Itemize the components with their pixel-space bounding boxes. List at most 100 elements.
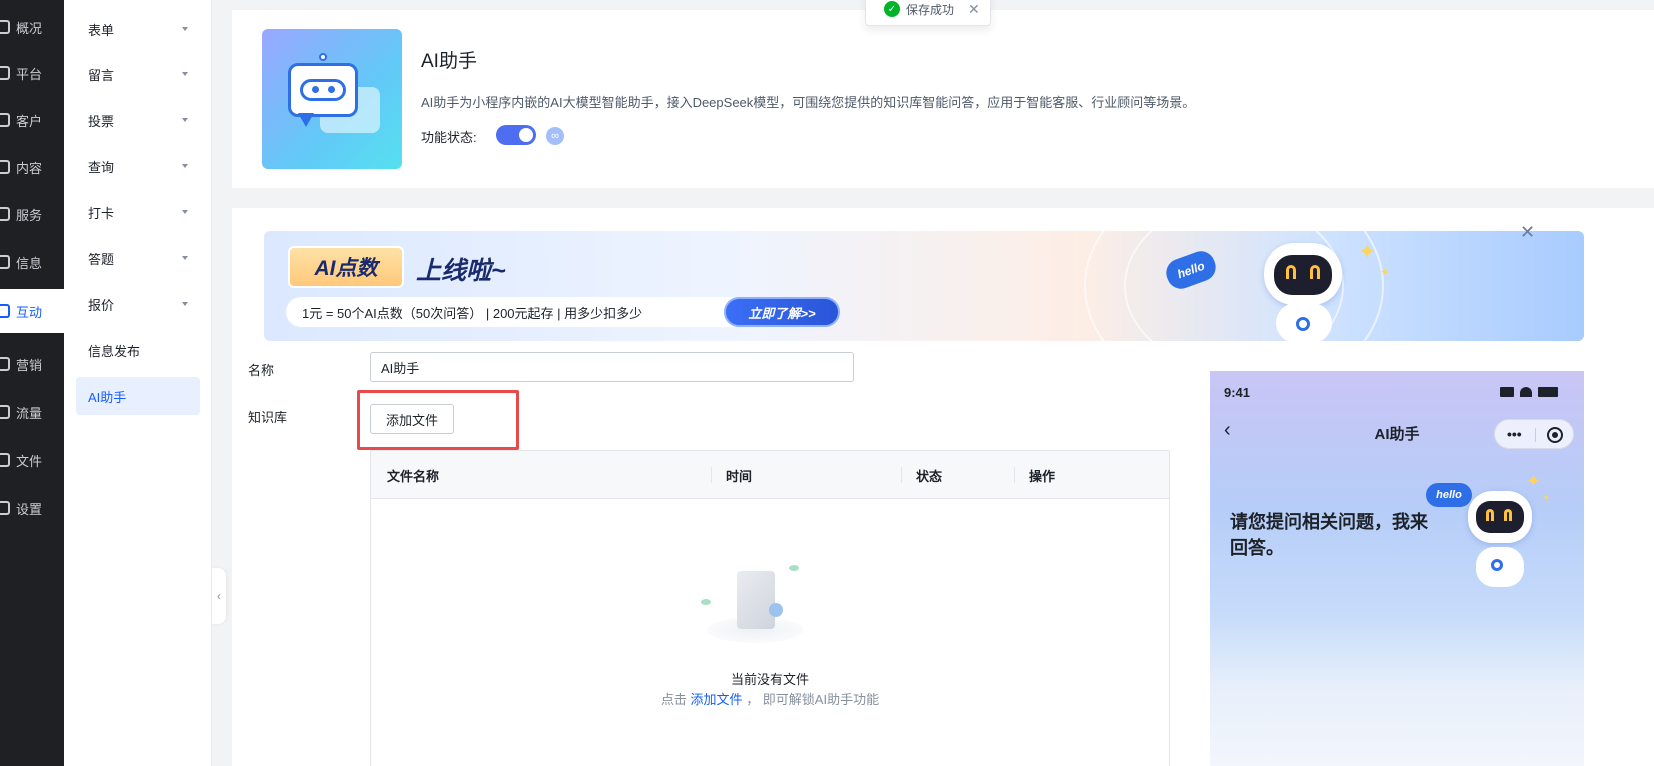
rail-item-marketing[interactable]: 营销 [0,344,64,384]
empty-add-file-link[interactable]: 添加文件 [691,692,743,707]
knowledge-file-table: 文件名称 时间 状态 操作 当前没有文件 点击 添加文件 ， 即可解锁AI助手功… [370,450,1170,766]
sparkle-icon: ✦ [1380,265,1391,279]
secondary-nav: 表单 留言 投票 查询 打卡 答题 报价 信息发布 AI助手 [64,0,212,766]
subnav-item-ai-assistant[interactable]: AI助手 [76,377,200,415]
close-mini-program-icon[interactable] [1547,427,1563,443]
rail-item-traffic[interactable]: 流量 [0,392,64,432]
rail-item-label: 流量 [16,405,43,421]
rail-item-label: 文件 [16,453,43,469]
empty-state-illustration [693,559,817,649]
page-title: AI助手 [421,51,477,72]
chevron-down-icon [182,72,188,76]
banner-badge: AI点数 [288,246,404,288]
rail-item-overview[interactable]: 概况 [0,7,64,47]
overview-icon [0,20,10,34]
chevron-left-icon: ‹ [217,589,221,603]
rail-item-label: 客户 [16,113,43,129]
files-icon [0,453,10,467]
rail-item-label: 互动 [16,304,43,320]
sparkle-icon: ✦ [1542,493,1551,504]
phone-preview: 9:41 ‹ AI助手 ••• 请您提问相关问题，我来回答。 hello ✦ ✦ [1210,371,1584,766]
feature-status-toggle[interactable] [496,125,536,145]
empty-state-hint: 点击 添加文件 ， 即可解锁AI助手功能 [371,689,1169,708]
subnav-item-label: 表单 [88,22,115,38]
subnav-item-query[interactable]: 查询 [76,147,200,185]
chevron-down-icon [182,118,188,122]
column-header-actions: 操作 [1029,468,1056,484]
service-icon [0,207,10,221]
app-description: AI助手为小程序内嵌的AI大模型智能助手，接入DeepSeek模型，可围绕您提供… [421,95,1196,110]
add-file-button[interactable]: 添加文件 [370,404,454,434]
chevron-down-icon [182,164,188,168]
banner-learn-more-button[interactable]: 立即了解>> [724,297,840,327]
ai-assistant-app-icon [262,29,402,169]
chevron-down-icon [182,27,188,31]
banner-headline: 上线啦~ [416,257,506,285]
toggle-knob [519,128,533,142]
battery-icon [1538,387,1558,397]
preview-greeting: 请您提问相关问题，我来回答。 [1230,512,1428,558]
settings-icon [0,501,10,515]
subnav-item-label: 投票 [88,113,115,129]
interaction-icon [0,304,10,318]
rail-item-label: 服务 [16,207,43,223]
traffic-icon [0,405,10,419]
subnav-item-form[interactable]: 表单 [76,10,200,48]
subnav-item-quote[interactable]: 报价 [76,285,200,323]
hello-bubble: hello [1426,483,1472,507]
wifi-icon [1520,387,1532,397]
column-header-status: 状态 [916,468,943,484]
subnav-item-checkin[interactable]: 打卡 [76,193,200,231]
feature-status-label: 功能状态: [421,130,477,145]
empty-state-title: 当前没有文件 [730,672,809,687]
rail-item-interaction[interactable]: 互动 [0,289,64,333]
chevron-down-icon [182,302,188,306]
rail-item-files[interactable]: 文件 [0,440,64,480]
save-success-toast: ✓ 保存成功 ✕ [865,0,991,26]
rail-item-service[interactable]: 服务 [0,194,64,234]
info-icon [0,255,10,269]
rail-item-content[interactable]: 内容 [0,147,64,187]
check-circle-icon: ✓ [884,1,900,17]
toast-close-icon[interactable]: ✕ [968,1,980,18]
rail-item-settings[interactable]: 设置 [0,488,64,528]
subnav-item-publish[interactable]: 信息发布 [76,331,200,369]
subnav-item-label: 打卡 [88,205,115,221]
chevron-down-icon [182,256,188,260]
link-icon[interactable]: ∞ [546,127,564,145]
knowledge-base-label: 知识库 [248,410,288,425]
rail-item-label: 设置 [16,501,43,517]
rail-item-info[interactable]: 信息 [0,242,64,282]
sparkle-icon: ✦ [1358,239,1377,264]
subnav-item-vote[interactable]: 投票 [76,101,200,139]
rail-item-label: 信息 [16,255,43,271]
marketing-icon [0,357,10,371]
column-header-filename: 文件名称 [387,468,440,484]
empty-hint-suffix: ， 即可解锁AI助手功能 [746,692,880,707]
chevron-down-icon [182,210,188,214]
name-label: 名称 [248,363,275,378]
subnav-item-label: 查询 [88,159,115,175]
subnav-item-quiz[interactable]: 答题 [76,239,200,277]
rail-item-customer[interactable]: 客户 [0,100,64,140]
status-bar-time: 9:41 [1224,385,1251,400]
subnav-item-label: 报价 [88,297,115,313]
customer-icon [0,113,10,127]
rail-item-label: 营销 [16,357,43,373]
platform-icon [0,66,10,80]
subnav-item-label: 信息发布 [88,343,141,359]
rail-item-platform[interactable]: 平台 [0,53,64,93]
rail-item-label: 平台 [16,66,43,82]
subnav-item-label: AI助手 [88,389,127,405]
primary-rail: 概况 平台 客户 内容 服务 信息 互动 营销 流量 文件 设置 [0,0,64,766]
rail-item-label: 概况 [16,20,43,36]
subnav-item-label: 答题 [88,251,115,267]
ai-points-banner[interactable]: AI点数 上线啦~ 1元 = 50个AI点数（50次问答） | 200元起存 |… [264,231,1584,341]
mini-program-capsule[interactable]: ••• [1494,419,1574,449]
collapse-sidebar-handle[interactable]: ‹ [212,568,226,624]
name-input[interactable] [370,352,854,382]
subnav-item-message[interactable]: 留言 [76,55,200,93]
more-icon[interactable]: ••• [1507,426,1522,442]
banner-close-icon[interactable]: ✕ [1520,222,1535,243]
sparkle-icon: ✦ [1526,471,1542,491]
